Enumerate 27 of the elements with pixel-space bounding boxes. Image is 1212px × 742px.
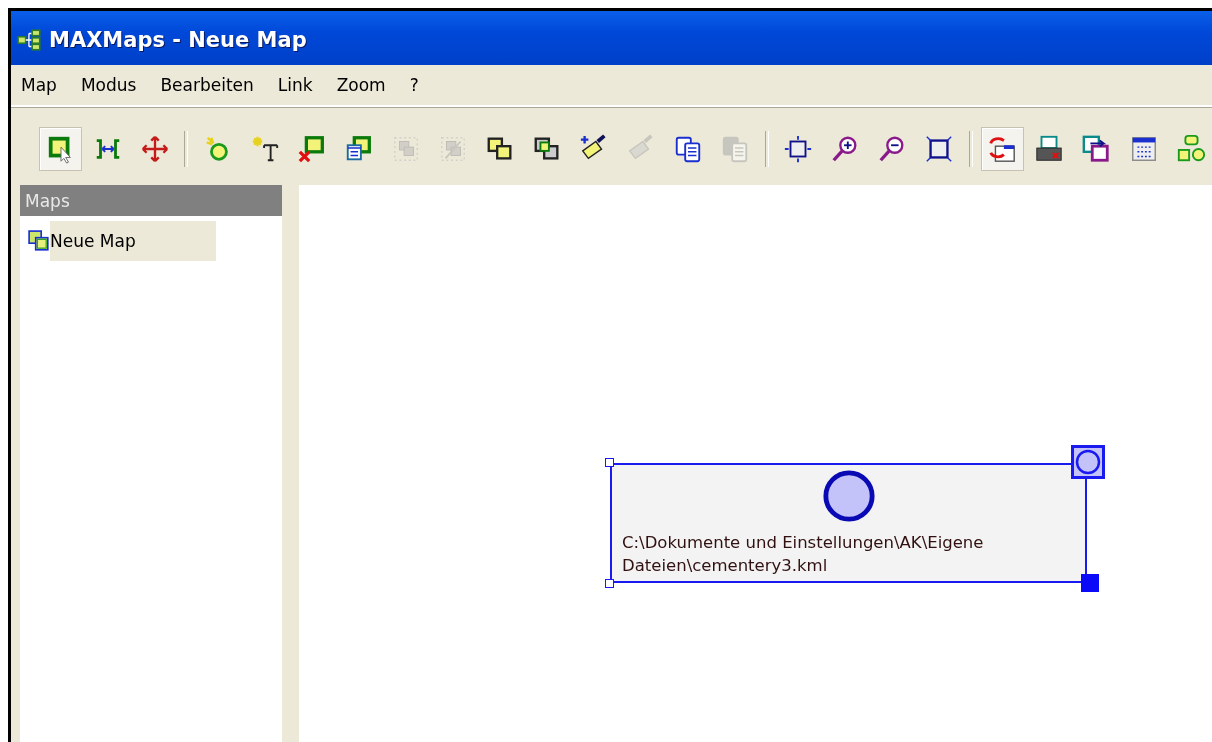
export-icon — [1081, 134, 1112, 164]
map-node[interactable]: C:\Dokumente und Einstellungen\AK\Eigene Dateien\cementery3.kml — [610, 463, 1087, 583]
sync-button[interactable] — [980, 127, 1024, 171]
shapes-icon — [1175, 134, 1206, 164]
window-title: MAXMaps - Neue Map — [49, 28, 307, 52]
menu-item[interactable]: Map — [21, 75, 57, 95]
menu-item[interactable]: Bearbeiten — [160, 75, 254, 95]
resize-handle[interactable] — [605, 458, 614, 467]
fit-icon — [783, 134, 814, 164]
menu-item[interactable]: Modus — [80, 75, 137, 95]
panel-header: Maps — [20, 185, 282, 216]
map-list-item[interactable]: Neue Map — [50, 221, 216, 261]
resize-handle[interactable] — [1081, 574, 1099, 592]
menu-item[interactable]: Link — [277, 75, 313, 95]
resize-handle[interactable] — [605, 579, 614, 588]
node-label: C:\Dokumente und Einstellungen\AK\Eigene Dateien\cementery3.kml — [621, 532, 985, 577]
circle-icon — [821, 469, 876, 523]
delete-node-icon — [296, 134, 327, 164]
app-icon — [17, 29, 43, 51]
move-arrows-icon — [139, 134, 170, 164]
print-icon — [1034, 134, 1065, 164]
link-handle-icon[interactable] — [1071, 445, 1105, 479]
select-pointer-button[interactable] — [39, 127, 83, 171]
menu-item[interactable]: ? — [409, 75, 419, 95]
menu-item[interactable]: Zoom — [336, 75, 386, 95]
map-icon — [28, 230, 50, 252]
sync-icon — [987, 134, 1018, 164]
